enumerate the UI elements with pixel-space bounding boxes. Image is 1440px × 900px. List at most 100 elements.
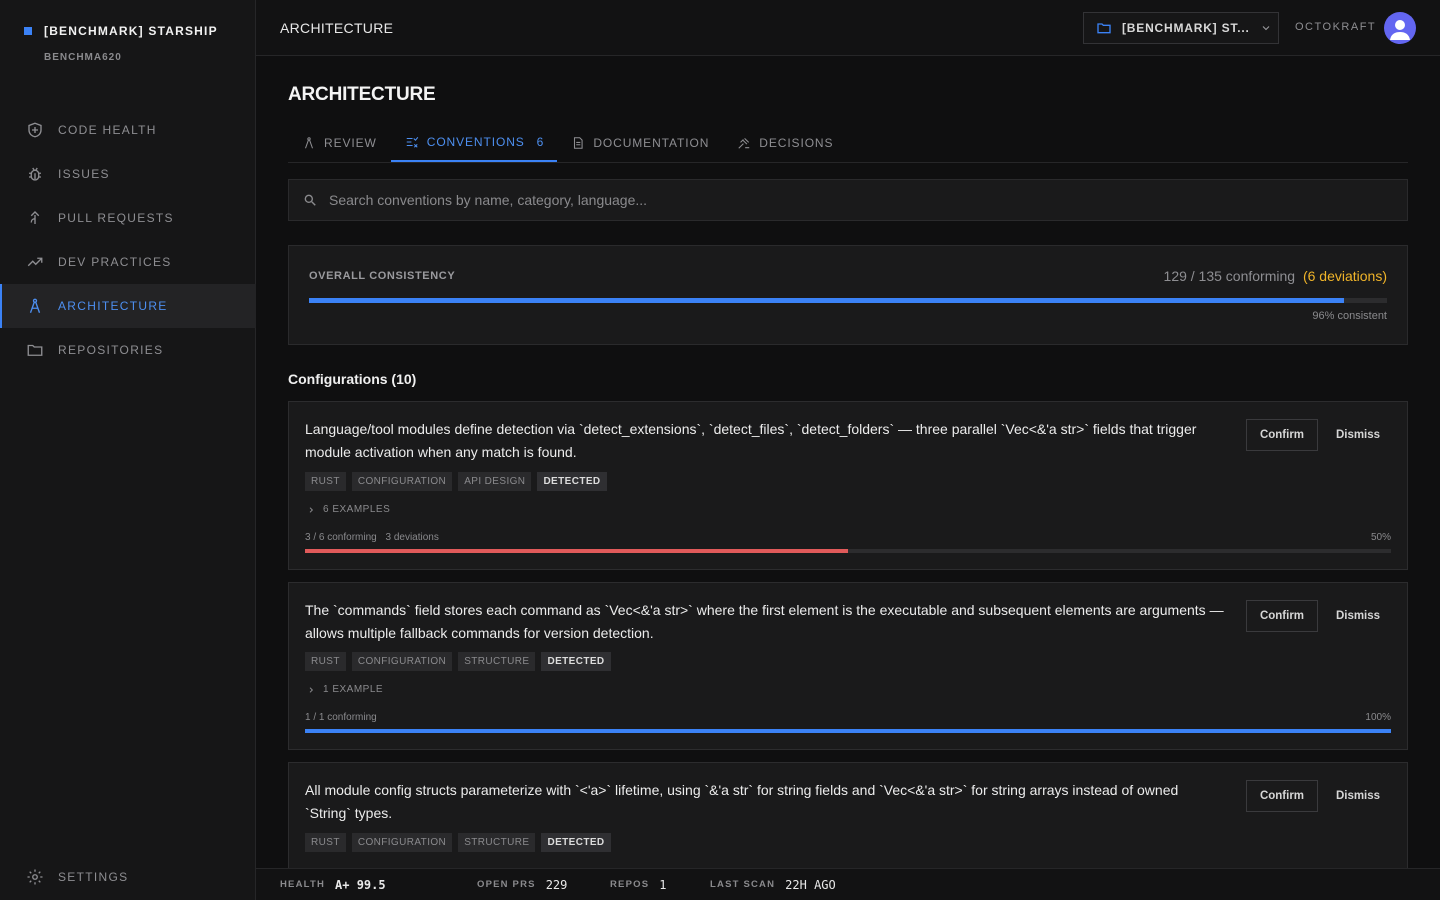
examples-toggle[interactable]: 1 EXAMPLE xyxy=(307,684,383,695)
conformance-deviations: 3 deviations xyxy=(385,532,439,543)
conformance-percent: 100% xyxy=(1365,712,1391,723)
tag: STRUCTURE xyxy=(458,652,536,671)
sidebar-nav: CODE HEALTH ISSUES PULL REQUESTS DEV PRA… xyxy=(0,108,256,372)
settings-label: SETTINGS xyxy=(58,870,129,884)
tab-conventions[interactable]: CONVENTIONS 6 xyxy=(390,124,558,162)
sidebar-item-label: REPOSITORIES xyxy=(58,343,164,357)
convention-description: The `commands` field stores each command… xyxy=(305,602,1224,641)
trend-icon xyxy=(27,257,43,267)
status-badge: DETECTED xyxy=(541,652,611,671)
tag-list: RUST CONFIGURATION API DESIGN DETECTED xyxy=(305,472,607,491)
status-repos: REPOS 1 xyxy=(610,878,710,892)
tab-bar: REVIEW CONVENTIONS 6 DOCUMENTATION DECIS… xyxy=(288,124,1408,163)
consistency-progress-fill xyxy=(309,298,1344,303)
section-title: Configurations (10) xyxy=(288,371,417,387)
status-last-scan: LAST SCAN 22H AGO xyxy=(710,878,836,892)
brand-name: [BENCHMARK] STARSHIP xyxy=(44,24,218,38)
conformance-row: 1 / 1 conforming 100% xyxy=(305,712,1391,723)
consistency-label: OVERALL CONSISTENCY xyxy=(309,270,456,282)
sidebar-item-pull-requests[interactable]: PULL REQUESTS xyxy=(0,196,256,240)
sidebar-item-label: ARCHITECTURE xyxy=(58,299,168,313)
status-badge: DETECTED xyxy=(537,472,607,491)
status-key: OPEN PRS xyxy=(477,879,536,890)
tag: RUST xyxy=(305,472,346,491)
tab-label: DOCUMENTATION xyxy=(593,136,710,150)
list-check-icon xyxy=(406,137,418,148)
header-title: ARCHITECTURE xyxy=(280,20,394,36)
avatar[interactable] xyxy=(1384,12,1416,44)
tab-count: 6 xyxy=(536,135,544,149)
tab-decisions[interactable]: DECISIONS xyxy=(723,124,847,162)
tab-label: CONVENTIONS xyxy=(426,135,525,149)
dismiss-button[interactable]: Dismiss xyxy=(1326,780,1390,812)
consistency-deviations: (6 deviations) xyxy=(1302,268,1387,284)
shield-icon xyxy=(28,122,42,138)
brand-subtitle: BENCHMA620 xyxy=(44,52,122,63)
gear-icon xyxy=(27,869,43,885)
confirm-button[interactable]: Confirm xyxy=(1246,419,1318,451)
status-key: REPOS xyxy=(610,879,650,890)
conformance-count: 3 / 6 conforming xyxy=(305,532,377,543)
convention-card: All module config structs parameterize w… xyxy=(288,762,1408,868)
consistency-panel: OVERALL CONSISTENCY 129 / 135 conforming… xyxy=(288,245,1408,345)
sidebar-item-architecture[interactable]: ARCHITECTURE xyxy=(0,284,256,328)
tag: STRUCTURE xyxy=(458,833,536,852)
search-input[interactable] xyxy=(329,192,1407,208)
topbar: ARCHITECTURE [BENCHMARK] ST... OCTOKRAFT xyxy=(256,0,1440,56)
search-bar xyxy=(288,179,1408,221)
merge-icon xyxy=(30,211,40,224)
search-icon xyxy=(304,194,316,206)
convention-card: The `commands` field stores each command… xyxy=(288,582,1408,750)
examples-toggle[interactable]: 6 EXAMPLES xyxy=(307,504,390,515)
sidebar-item-repositories[interactable]: REPOSITORIES xyxy=(0,328,256,372)
status-value: 229 xyxy=(545,877,568,892)
confirm-button[interactable]: Confirm xyxy=(1246,780,1318,812)
convention-description: All module config structs parameterize w… xyxy=(305,782,1179,821)
sidebar-item-dev-practices[interactable]: DEV PRACTICES xyxy=(0,240,256,284)
main-content: ARCHITECTURE REVIEW CONVENTIONS 6 DOCUME… xyxy=(288,56,1408,868)
sidebar-item-label: DEV PRACTICES xyxy=(58,255,172,269)
consistency-count: 129 / 135 conforming xyxy=(1163,268,1296,284)
tag-list: RUST CONFIGURATION STRUCTURE DETECTED xyxy=(305,652,611,671)
conformance-bar xyxy=(305,549,1391,553)
sidebar-item-issues[interactable]: ISSUES xyxy=(0,152,256,196)
brand-logo xyxy=(24,27,32,35)
tab-documentation[interactable]: DOCUMENTATION xyxy=(557,124,723,162)
conformance-percent: 50% xyxy=(1370,532,1391,543)
compass-icon xyxy=(29,298,41,313)
tag: CONFIGURATION xyxy=(351,833,453,852)
consistency-summary: 129 / 135 conforming (6 deviations) xyxy=(1164,268,1387,284)
conformance-count: 1 / 1 conforming xyxy=(305,712,377,723)
confirm-button[interactable]: Confirm xyxy=(1246,600,1318,632)
conformance-bar-fill xyxy=(305,549,848,553)
dismiss-button[interactable]: Dismiss xyxy=(1326,600,1390,632)
convention-description: Language/tool modules define detection v… xyxy=(305,421,1197,460)
sidebar-item-label: ISSUES xyxy=(58,167,110,181)
status-key: LAST SCAN xyxy=(710,879,776,890)
status-key: HEALTH xyxy=(280,879,326,890)
sidebar-item-settings[interactable]: SETTINGS xyxy=(0,854,256,900)
dismiss-button[interactable]: Dismiss xyxy=(1326,419,1390,451)
org-name[interactable]: OCTOKRAFT xyxy=(1295,21,1376,33)
tag: RUST xyxy=(305,652,346,671)
status-value: 1 xyxy=(659,877,667,892)
brand[interactable]: [BENCHMARK] STARSHIP BENCHMA620 xyxy=(24,24,218,63)
document-icon xyxy=(574,137,583,149)
conformance-row: 3 / 6 conforming 3 deviations 50% xyxy=(305,532,1391,543)
tag: API DESIGN xyxy=(458,472,532,491)
status-value: 22H AGO xyxy=(785,877,836,892)
folder-icon xyxy=(27,344,43,356)
consistency-percent: 96% consistent xyxy=(1312,310,1387,322)
tag: CONFIGURATION xyxy=(351,652,453,671)
tag-list: RUST CONFIGURATION STRUCTURE DETECTED xyxy=(305,833,611,852)
status-open-prs: OPEN PRS 229 xyxy=(477,878,610,892)
tab-review[interactable]: REVIEW xyxy=(288,124,391,162)
consistency-progress-bar xyxy=(309,298,1387,303)
tab-label: REVIEW xyxy=(324,136,377,150)
chevron-down-icon xyxy=(1262,26,1269,31)
examples-label: 1 EXAMPLE xyxy=(323,684,384,695)
repo-select[interactable]: [BENCHMARK] ST... xyxy=(1083,12,1279,44)
compass-icon xyxy=(305,137,313,149)
sidebar-item-label: CODE HEALTH xyxy=(58,123,157,137)
sidebar-item-code-health[interactable]: CODE HEALTH xyxy=(0,108,256,152)
